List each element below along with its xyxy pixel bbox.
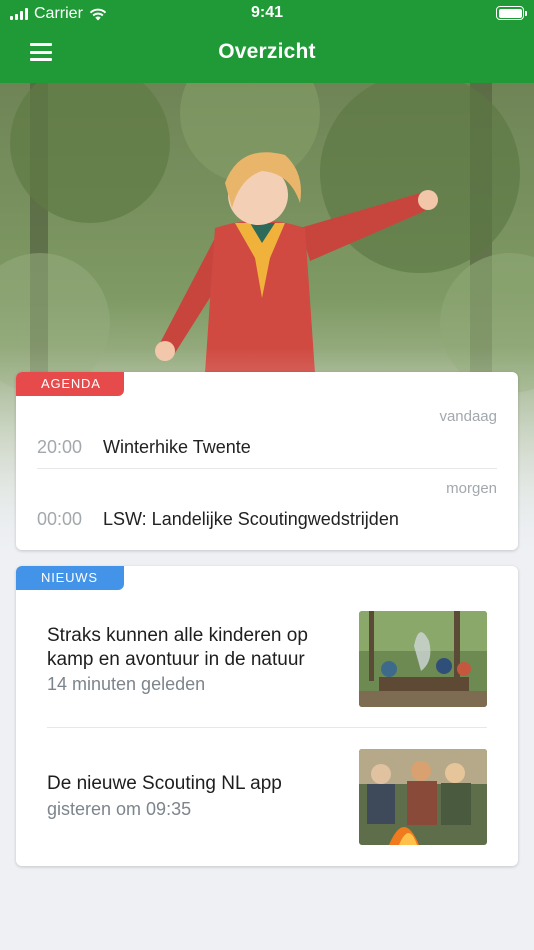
news-tag: NIEUWS [16,566,124,590]
status-bar: Carrier 9:41 [0,0,534,28]
news-meta: 14 minuten geleden [47,674,206,694]
event-name: Winterhike Twente [103,436,251,457]
news-thumbnail [359,611,487,707]
divider [37,468,497,469]
battery-icon [496,6,527,20]
news-item[interactable]: Straks kunnen alle kinderen op kamp en a… [47,610,487,708]
news-card: NIEUWS Straks kunnen alle kinderen op ka… [16,566,518,866]
status-time: 9:41 [250,4,284,21]
page-title: Overzicht [218,40,316,63]
event-time: 00:00 [37,508,83,529]
event-time: 20:00 [37,436,83,457]
news-thumbnail [359,749,487,845]
event-name: LSW: Landelijke Scoutingwedstrijden [103,508,399,529]
news-title: Straks kunnen alle kinderen op kamp en a… [47,625,308,670]
agenda-tag: AGENDA [16,372,124,396]
app-header: Carrier 9:41 Overzicht [0,0,534,83]
agenda-day-label: morgen [446,480,497,497]
agenda-card: AGENDA vandaag 20:00 Winterhike Twente m… [16,372,518,550]
agenda-event-row[interactable]: 20:00 Winterhike Twente [37,427,497,467]
agenda-day-label: vandaag [439,408,497,425]
news-item[interactable]: De nieuwe Scouting NL app gisteren om 09… [47,748,487,846]
news-meta: gisteren om 09:35 [47,799,192,819]
agenda-event-row[interactable]: 00:00 LSW: Landelijke Scoutingwedstrijde… [37,499,497,539]
news-title: De nieuwe Scouting NL app [47,773,282,794]
divider [47,727,487,728]
